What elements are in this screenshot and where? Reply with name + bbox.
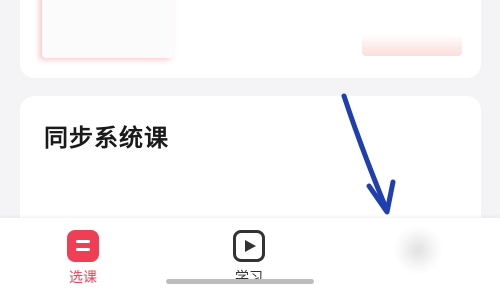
tab-select-course[interactable]: 选课	[0, 218, 166, 291]
section-title: 同步系统课	[44, 124, 169, 152]
tab-label-select-course: 选课	[69, 270, 97, 286]
tab-third[interactable]	[332, 218, 498, 291]
course-thumbnail[interactable]	[42, 0, 174, 58]
course-thumbnail-secondary[interactable]	[362, 34, 462, 56]
play-video-icon	[233, 230, 265, 262]
blurred-tab-icon	[394, 226, 442, 274]
tab-label-learn: 学习	[235, 270, 263, 286]
home-indicator	[166, 279, 314, 284]
course-select-icon	[67, 230, 99, 262]
previous-course-card[interactable]	[20, 0, 481, 78]
